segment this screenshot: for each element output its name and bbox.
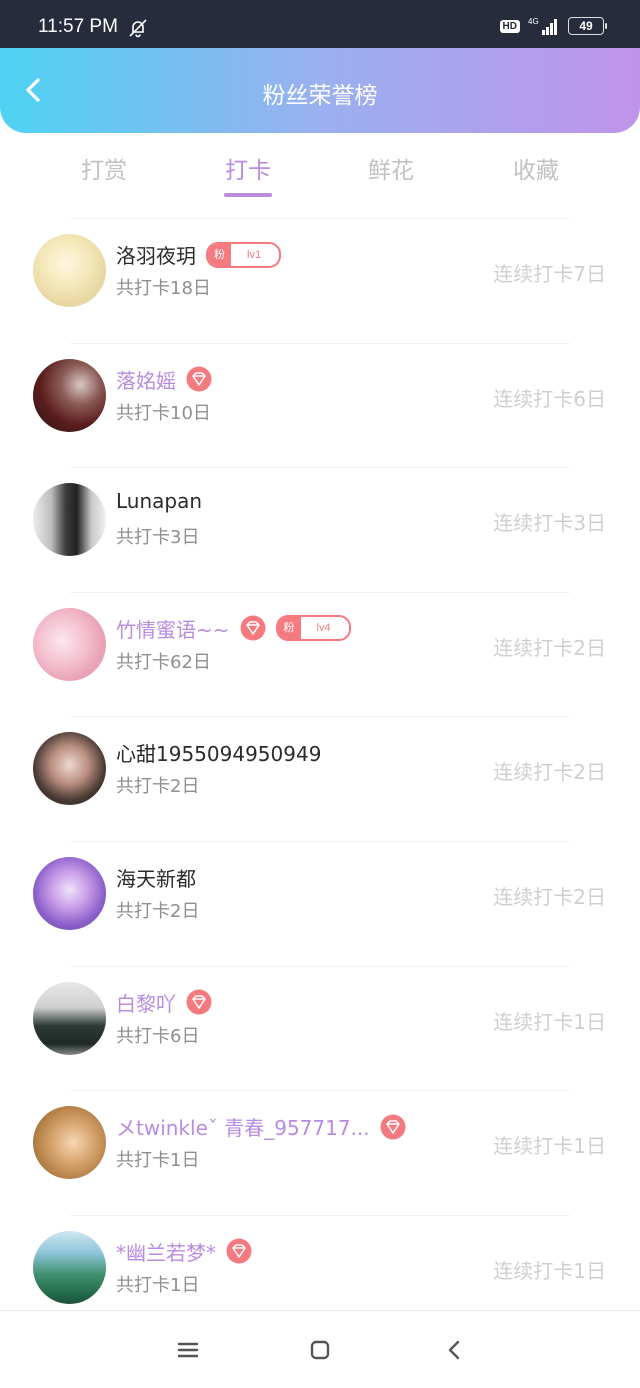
divider: [70, 467, 570, 469]
total-checkins: 共打卡3日: [116, 527, 200, 549]
streak-checkins: 连续打卡1日: [493, 1258, 606, 1283]
divider: [70, 1214, 570, 1216]
list-item[interactable]: 白黎吖 共打卡6日 连续打卡1日: [0, 965, 640, 1091]
tab-reward[interactable]: 打赏: [54, 151, 154, 185]
diamond-icon: [380, 1114, 406, 1140]
total-checkins: 共打卡1日: [116, 1274, 200, 1296]
total-checkins: 共打卡2日: [116, 900, 200, 922]
avatar[interactable]: [33, 981, 106, 1055]
avatar[interactable]: [33, 607, 106, 681]
fan-badge-label: 粉: [208, 243, 231, 266]
network-type: 4G: [528, 17, 539, 26]
avatar[interactable]: [33, 234, 106, 307]
list-item[interactable]: 心甜1955094950949 共打卡2日 连续打卡2日: [0, 716, 640, 841]
diamond-icon: [240, 615, 266, 641]
list-item[interactable]: 海天新都 共打卡2日 连续打卡2日: [0, 840, 640, 966]
streak-checkins: 连续打卡6日: [493, 386, 606, 411]
fan-name: 海天新都: [116, 866, 196, 891]
streak-checkins: 连续打卡1日: [493, 1134, 606, 1159]
back-chevron-icon[interactable]: [442, 1337, 468, 1363]
list-item[interactable]: Lunapan 共打卡3日 连续打卡3日: [0, 467, 640, 592]
fan-badge-level: lv1: [247, 248, 262, 261]
status-time: 11:57 PM: [38, 16, 118, 37]
fan-name: Lunapan: [116, 489, 203, 514]
fan-badge-level: lv4: [316, 622, 331, 635]
tab-flowers[interactable]: 鲜花: [341, 151, 441, 185]
tab-checkin[interactable]: 打卡: [198, 151, 298, 185]
avatar[interactable]: [33, 483, 106, 557]
diamond-icon: [186, 366, 212, 392]
streak-checkins: 连续打卡2日: [493, 884, 606, 909]
tab-favorites[interactable]: 收藏: [486, 151, 586, 185]
streak-checkins: 连续打卡2日: [493, 760, 606, 785]
total-checkins: 共打卡1日: [116, 1150, 200, 1172]
system-nav-bar: [0, 1310, 640, 1388]
avatar[interactable]: [33, 1230, 106, 1304]
avatar[interactable]: [33, 732, 106, 806]
fan-name: 心甜1955094950949: [116, 742, 322, 767]
list-item[interactable]: 洛羽夜玥 粉 lv1 共打卡18日 连续打卡7日: [0, 218, 640, 343]
fan-name: 竹情蜜语~~: [116, 617, 230, 642]
fan-name: 落姳媱: [116, 368, 176, 393]
list-item[interactable]: 落姳媱 共打卡10日 连续打卡6日: [0, 342, 640, 468]
divider: [70, 218, 570, 219]
avatar[interactable]: [33, 1106, 106, 1180]
list-item[interactable]: メtwinkleˇ 青春_957717... 共打卡1日 连续打卡1日: [0, 1090, 640, 1215]
total-checkins: 共打卡10日: [116, 402, 211, 424]
divider: [70, 965, 570, 967]
hd-badge: HD: [499, 19, 520, 33]
fan-name: 洛羽夜玥: [116, 244, 196, 268]
page-header: 粉丝荣誉榜: [0, 48, 640, 133]
menu-icon[interactable]: [175, 1337, 201, 1363]
fan-name: 白黎吖: [116, 991, 176, 1016]
divider: [70, 342, 570, 344]
fan-name: *幽兰若梦*: [116, 1240, 216, 1265]
streak-checkins: 连续打卡2日: [493, 635, 606, 660]
total-checkins: 共打卡2日: [116, 776, 200, 798]
streak-checkins: 连续打卡1日: [493, 1009, 606, 1034]
page-title: 粉丝荣誉榜: [262, 83, 378, 109]
fan-level-badge: 粉 lv4: [275, 615, 351, 642]
active-tab-indicator: [224, 193, 272, 197]
status-indicators: HD 4G 49: [499, 16, 607, 36]
total-checkins: 共打卡6日: [116, 1025, 200, 1047]
home-square-icon[interactable]: [307, 1337, 333, 1363]
streak-checkins: 连续打卡7日: [493, 262, 606, 286]
diamond-icon: [226, 1238, 252, 1264]
fan-badge-label: 粉: [277, 617, 301, 640]
status-bar: 11:57 PM HD 4G 49: [0, 0, 640, 48]
battery-indicator: 49: [568, 17, 607, 35]
avatar[interactable]: [33, 358, 106, 432]
streak-checkins: 连续打卡3日: [493, 511, 606, 536]
fan-list: 洛羽夜玥 粉 lv1 共打卡18日 连续打卡7日 落姳媱 共打卡10日 连续打卡…: [0, 218, 640, 1339]
diamond-icon: [186, 989, 212, 1015]
total-checkins: 共打卡18日: [116, 278, 211, 299]
fan-level-badge: 粉 lv1: [206, 241, 282, 268]
divider: [70, 1090, 570, 1092]
avatar[interactable]: [33, 856, 106, 930]
divider: [70, 716, 570, 718]
divider: [70, 840, 570, 842]
list-item[interactable]: 竹情蜜语~~ 粉 lv4 共打卡62日 连续打卡2日: [0, 591, 640, 717]
signal-icon: 4G: [528, 17, 557, 35]
divider: [70, 591, 570, 593]
tab-bar: 打赏 打卡 鲜花 收藏: [0, 133, 640, 213]
bell-off-icon: [129, 19, 147, 38]
total-checkins: 共打卡62日: [116, 651, 211, 673]
fan-name: メtwinkleˇ 青春_957717...: [116, 1116, 370, 1141]
